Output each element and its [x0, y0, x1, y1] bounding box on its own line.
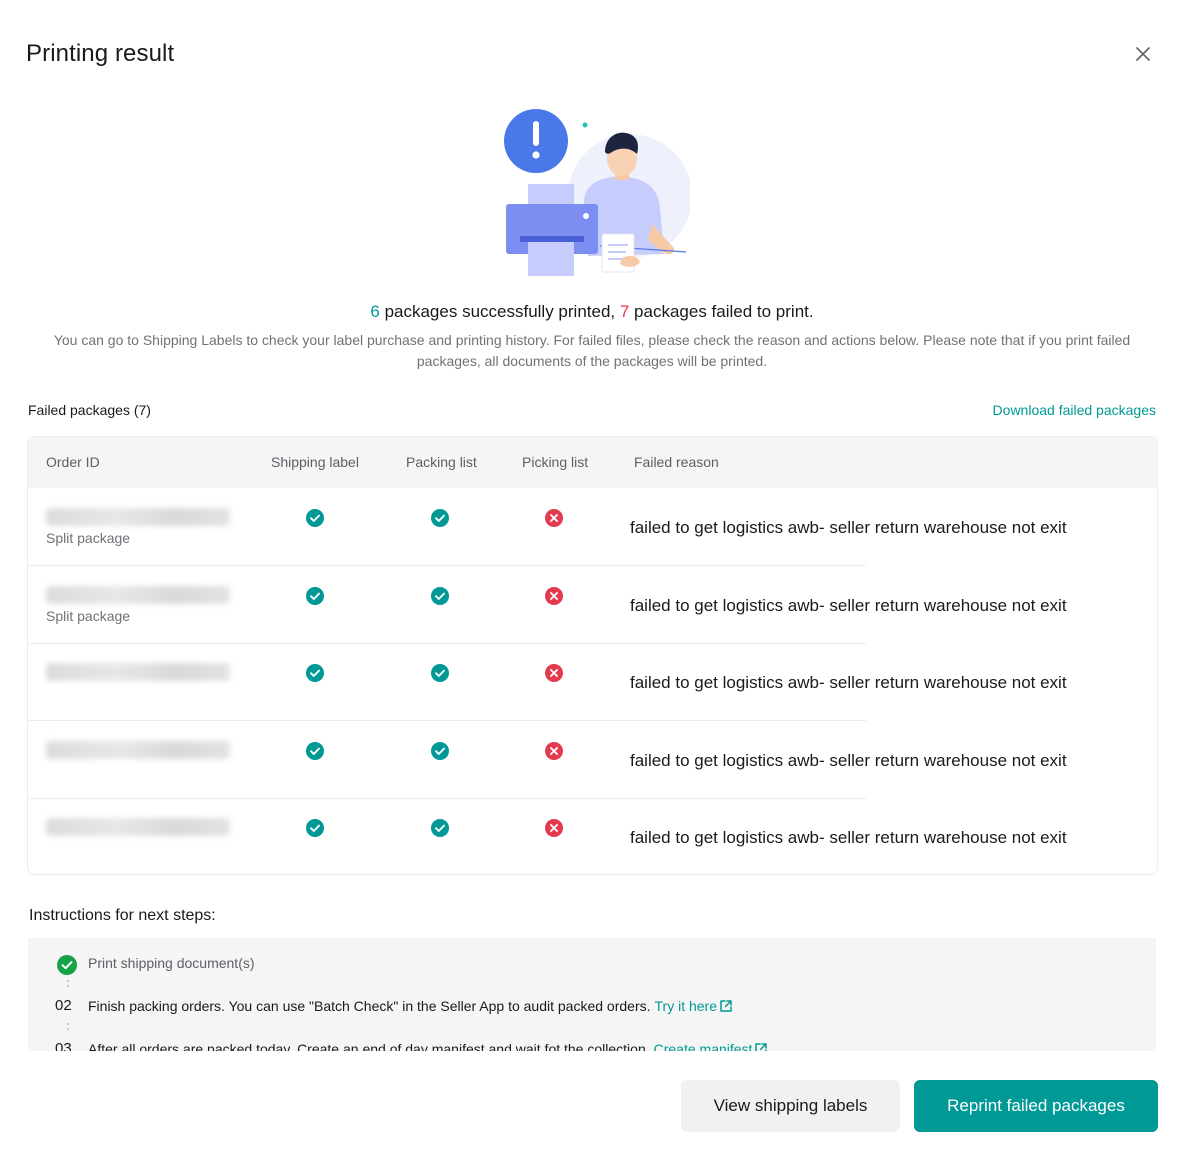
failed-reason: failed to get logistics awb- seller retu… [630, 518, 1067, 537]
step-link-label: Try it here [654, 998, 718, 1014]
split-package-tag: Split package [46, 607, 131, 624]
failed-reason: failed to get logistics awb- seller retu… [630, 595, 1067, 615]
table-header: Order ID Shipping label Packing list Pic… [28, 437, 1157, 488]
step-done-icon [57, 955, 77, 975]
check-circle-icon [306, 509, 324, 527]
check-circle-icon [431, 819, 449, 838]
step-text: Finish packing orders. You can use "Batc… [88, 998, 651, 1014]
step-connector [67, 1023, 69, 1033]
download-failed-packages-link[interactable]: Download failed packages [993, 402, 1156, 418]
instructions-heading: Instructions for next steps: [29, 907, 216, 924]
failed-packages-table: Order ID Shipping label Packing list Pic… [27, 436, 1158, 875]
x-circle-icon [545, 741, 563, 760]
step-create-manifest: 03 After all orders are packed today. Cr… [28, 1040, 1156, 1051]
reprint-failed-packages-button[interactable]: Reprint failed packages [914, 1080, 1158, 1132]
table-row: Split package failed to get logistics awb… [28, 488, 1157, 566]
x-circle-icon [545, 509, 563, 527]
step-connector [67, 980, 69, 990]
check-circle-icon [306, 586, 324, 605]
check-circle-icon [431, 664, 449, 683]
order-id-redacted [46, 585, 230, 604]
order-id-redacted [46, 663, 230, 682]
table-row: failed to get logistics awb- seller retu… [28, 721, 1157, 799]
table-row: failed to get logistics awb- seller retu… [28, 643, 1157, 722]
column-header-shipping-label: Shipping label [271, 454, 359, 470]
failed-reason: failed to get logistics awb- seller retu… [630, 673, 1067, 693]
failed-count: 7 [619, 302, 630, 321]
step-number: 02 [55, 997, 72, 1014]
order-id-redacted [46, 740, 230, 759]
success-text: packages successfully printed, [379, 302, 620, 321]
summary-description: You can go to Shipping Labels to check y… [53, 332, 1131, 369]
failed-reason: failed to get logistics awb- seller retu… [630, 828, 1067, 848]
check-circle-icon [306, 819, 324, 838]
x-circle-icon [545, 819, 563, 838]
column-header-picking-list: Picking list [522, 454, 589, 470]
step-text-wrap: Finish packing orders. You can use "Batc… [88, 998, 733, 1014]
printing-result-dialog: Printing result 6 packages successfully … [0, 0, 1184, 1158]
instructions-steps: Print shipping document(s) 02 Finish pac… [28, 938, 1156, 1051]
x-circle-icon [545, 586, 563, 605]
close-button[interactable] [1131, 42, 1155, 66]
step-text: Print shipping document(s) [88, 955, 255, 971]
step-text-wrap: After all orders are packed today. Creat… [88, 1041, 768, 1051]
column-header-packing-list: Packing list [406, 454, 477, 470]
column-header-order-id: Order ID [46, 454, 100, 470]
order-id-redacted [46, 508, 230, 526]
check-circle-icon [431, 586, 449, 605]
table-row: failed to get logistics awb- seller retu… [28, 798, 1157, 874]
check-circle-icon [306, 664, 324, 683]
step-number: 03 [55, 1040, 72, 1051]
order-id-redacted [46, 818, 230, 837]
try-it-here-link[interactable]: Try it here [655, 998, 734, 1014]
view-shipping-labels-button[interactable]: View shipping labels [681, 1080, 900, 1132]
column-header-failed-reason: Failed reason [634, 454, 719, 470]
check-circle-icon [431, 741, 449, 760]
success-count: 6 [370, 302, 380, 321]
step-print-documents: Print shipping document(s) [28, 954, 1156, 976]
check-circle-icon [306, 741, 324, 760]
x-circle-icon [545, 664, 563, 683]
print-summary: 6 packages successfully printed, 7 packa… [0, 302, 1184, 322]
create-manifest-link[interactable]: Create manifest [654, 1041, 769, 1051]
printer-person-illustration [504, 109, 690, 276]
table-row: Split package failed to get logistics awb… [28, 566, 1157, 644]
external-link-icon [720, 1000, 732, 1012]
failed-text: packages failed to print. [629, 302, 814, 321]
close-icon [1136, 47, 1150, 61]
dialog-title: Printing result [26, 40, 175, 67]
step-link-label: Create manifest [653, 1041, 753, 1051]
split-package-tag: Split package [46, 530, 131, 546]
step-finish-packing: 02 Finish packing orders. You can use "B… [28, 997, 1156, 1019]
failed-reason: failed to get logistics awb- seller retu… [630, 750, 1067, 770]
step-text: After all orders are packed today. Creat… [88, 1041, 650, 1051]
check-circle-icon [431, 509, 449, 527]
failed-packages-heading: Failed packages (7) [28, 402, 151, 418]
external-link-icon [755, 1043, 768, 1051]
